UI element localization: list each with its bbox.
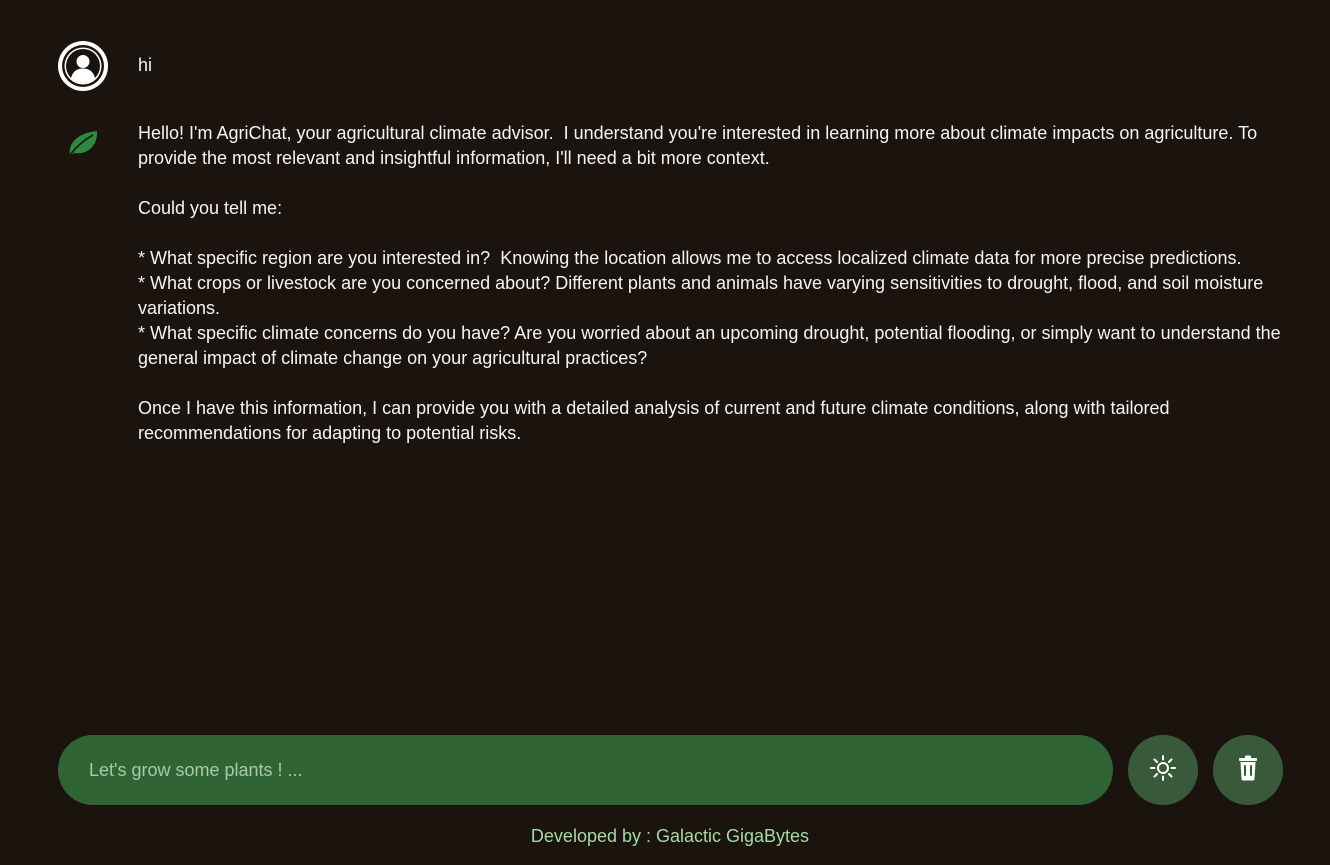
input-row — [58, 735, 1283, 805]
user-message: hi — [58, 41, 1298, 91]
user-avatar-icon — [58, 41, 108, 91]
chat-container: hi Hello! I'm AgriChat, your agricultura… — [58, 41, 1298, 446]
user-message-text: hi — [138, 55, 153, 75]
sun-icon — [1149, 754, 1177, 787]
chat-input[interactable] — [87, 749, 1071, 791]
bot-message: Hello! I'm AgriChat, your agricultural c… — [58, 123, 1298, 446]
footer-credit: Developed by : Galactic GigaBytes — [530, 826, 810, 846]
leaf-icon — [58, 123, 108, 163]
chat-input-container[interactable] — [58, 735, 1113, 805]
bot-message-text: Hello! I'm AgriChat, your agricultural c… — [138, 123, 1281, 443]
delete-chat-button[interactable] — [1213, 735, 1283, 805]
trash-icon — [1236, 755, 1260, 786]
theme-toggle-button[interactable] — [1128, 735, 1198, 805]
